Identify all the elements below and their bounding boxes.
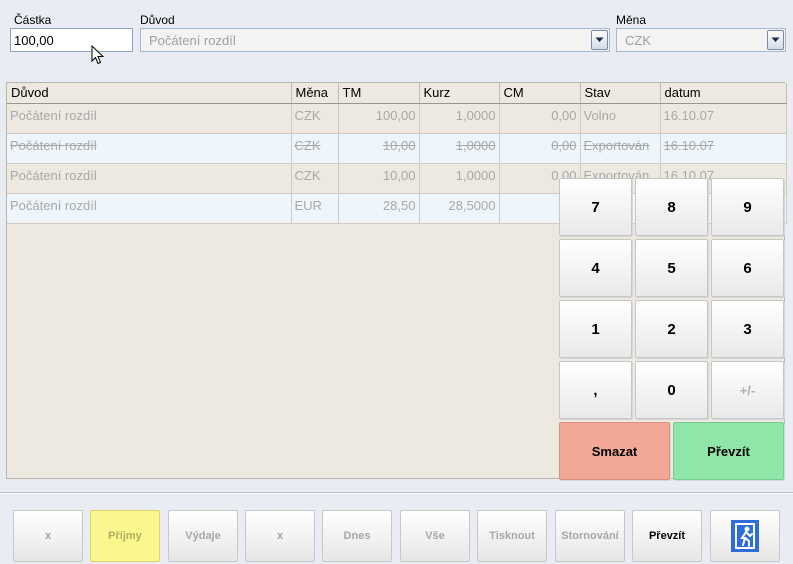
column-header-rate[interactable]: Kurz <box>419 83 500 104</box>
cell-currency: CZK <box>291 133 339 164</box>
income-button[interactable]: Příjmy <box>90 510 160 562</box>
chevron-down-icon[interactable] <box>767 30 784 50</box>
mouse-cursor-icon <box>91 45 105 65</box>
confirm-button[interactable]: Převzít <box>673 422 784 480</box>
numpad-key-2[interactable]: 2 <box>635 300 708 358</box>
cell-reason: Počátení rozdíl <box>7 133 292 164</box>
cell-cm: 0,00 <box>499 133 581 164</box>
all-button[interactable]: Vše <box>400 510 470 562</box>
amount-value: 100,00 <box>14 33 54 48</box>
table-row[interactable]: Počátení rozdíl CZK 10,00 1,0000 0,00 Ex… <box>7 133 787 164</box>
print-button[interactable]: Tisknout <box>477 510 547 562</box>
cell-currency: CZK <box>291 103 339 134</box>
take-over-button[interactable]: Převzít <box>632 510 702 562</box>
toolbar-button-x-2[interactable]: x <box>245 510 315 562</box>
numpad-key-1[interactable]: 1 <box>559 300 632 358</box>
cell-rate: 28,5000 <box>419 193 500 224</box>
expenses-button[interactable]: Výdaje <box>168 510 238 562</box>
numpad-key-4[interactable]: 4 <box>559 239 632 297</box>
column-header-tm[interactable]: TM <box>338 83 420 104</box>
cell-status: Exportován <box>580 133 661 164</box>
cell-date: 16.10.07 <box>660 133 787 164</box>
cell-tm: 28,50 <box>338 193 420 224</box>
numpad-key-9[interactable]: 9 <box>711 178 784 236</box>
column-header-date[interactable]: datum <box>660 83 787 104</box>
numpad-key-0[interactable]: 0 <box>635 361 708 419</box>
chevron-down-icon[interactable] <box>591 30 608 50</box>
table-header-row: Důvod Měna TM Kurz CM Stav datum <box>7 83 787 104</box>
numpad-key-5[interactable]: 5 <box>635 239 708 297</box>
cell-tm: 10,00 <box>338 163 420 194</box>
divider <box>0 492 793 494</box>
delete-button[interactable]: Smazat <box>559 422 670 480</box>
cell-status: Volno <box>580 103 661 134</box>
column-header-currency[interactable]: Měna <box>291 83 339 104</box>
column-header-cm[interactable]: CM <box>499 83 581 104</box>
numpad-key-6[interactable]: 6 <box>711 239 784 297</box>
cell-currency: EUR <box>291 193 339 224</box>
cell-currency: CZK <box>291 163 339 194</box>
amount-input[interactable]: 100,00 <box>10 28 133 52</box>
column-header-status[interactable]: Stav <box>580 83 661 104</box>
reason-value: Počátení rozdíl <box>149 33 236 48</box>
currency-label: Měna <box>616 13 647 27</box>
today-button[interactable]: Dnes <box>322 510 392 562</box>
numpad-key-comma[interactable]: , <box>559 361 632 419</box>
column-header-reason[interactable]: Důvod <box>7 83 292 104</box>
cell-rate: 1,0000 <box>419 163 500 194</box>
currency-select[interactable]: CZK <box>616 28 786 52</box>
cell-rate: 1,0000 <box>419 103 500 134</box>
toolbar-button-x-1[interactable]: x <box>13 510 83 562</box>
exit-button[interactable] <box>710 510 780 562</box>
numpad-key-plus-minus[interactable]: +/- <box>711 361 784 419</box>
table-row[interactable]: Počátení rozdíl CZK 100,00 1,0000 0,00 V… <box>7 103 787 134</box>
reason-select[interactable]: Počátení rozdíl <box>140 28 610 52</box>
cell-rate: 1,0000 <box>419 133 500 164</box>
currency-value: CZK <box>625 33 651 48</box>
cell-cm: 0,00 <box>499 103 581 134</box>
cell-tm: 10,00 <box>338 133 420 164</box>
numpad-key-8[interactable]: 8 <box>635 178 708 236</box>
cell-reason: Počátení rozdíl <box>7 103 292 134</box>
cell-tm: 100,00 <box>338 103 420 134</box>
cell-reason: Počátení rozdíl <box>7 163 292 194</box>
cell-reason: Počátení rozdíl <box>7 193 292 224</box>
amount-label: Částka <box>14 13 52 27</box>
numpad-key-7[interactable]: 7 <box>559 178 632 236</box>
numpad-key-3[interactable]: 3 <box>711 300 784 358</box>
cell-date: 16.10.07 <box>660 103 787 134</box>
cancel-transaction-button[interactable]: Stornování <box>555 510 625 562</box>
exit-door-icon <box>731 520 759 552</box>
reason-label: Důvod <box>140 13 175 27</box>
